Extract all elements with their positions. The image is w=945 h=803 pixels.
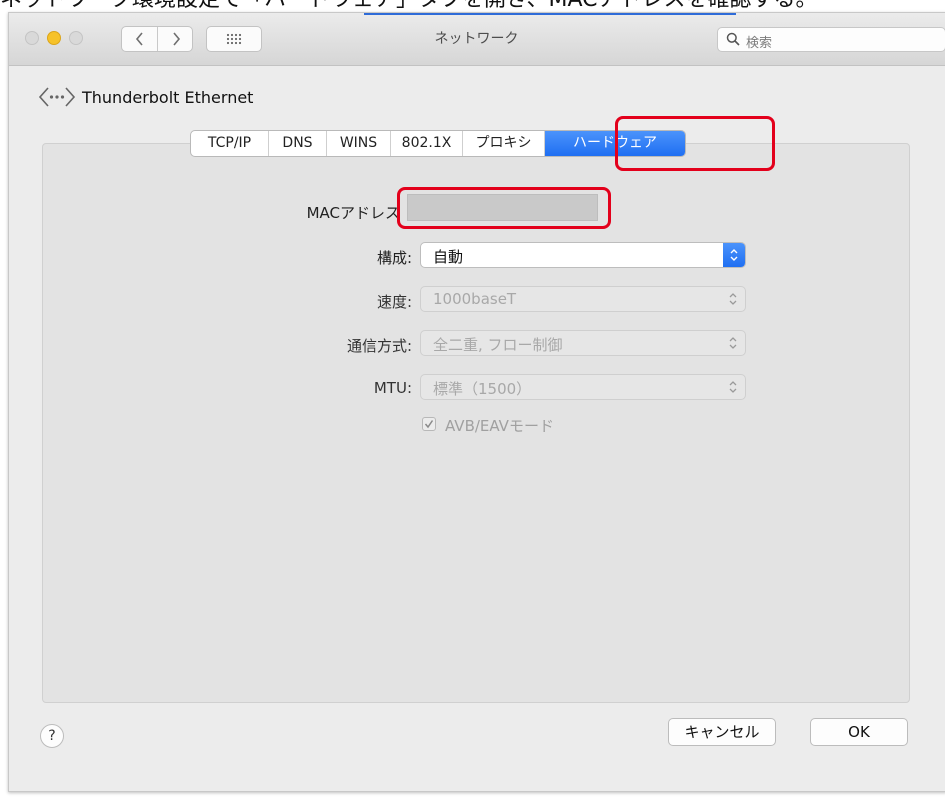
avb-eav-label: AVB/EAVモード [445, 417, 554, 435]
speed-popup[interactable]: 1000baseT [420, 286, 746, 312]
up-down-arrows-icon [729, 293, 737, 305]
speed-label: 速度: [376, 293, 412, 311]
chevron-right-icon [172, 32, 180, 46]
tab-dns[interactable]: DNS [269, 131, 327, 156]
grid-icon [226, 33, 242, 45]
mac-address-highlight [397, 187, 611, 229]
title-bar-accent-line [364, 13, 736, 15]
interface-name: Thunderbolt Ethernet [82, 88, 254, 107]
duplex-popup[interactable]: 全二重, フロー制御 [420, 330, 746, 356]
close-window-button[interactable] [25, 31, 39, 45]
ok-button[interactable]: OK [810, 718, 908, 746]
cancel-button[interactable]: キャンセル [668, 718, 776, 746]
mtu-stepper [723, 376, 743, 398]
chevron-left-icon [135, 32, 143, 46]
config-label: 構成: [376, 249, 412, 267]
avb-eav-checkbox[interactable] [422, 417, 436, 431]
tab-bar: TCP/IP DNS WINS 802.1X プロキシ ハードウェア [190, 130, 686, 157]
up-down-arrows-icon [730, 249, 738, 261]
mac-address-label: MACアドレス [306, 204, 400, 222]
speed-stepper [723, 288, 743, 310]
navigation-buttons [121, 26, 193, 52]
checkmark-icon [424, 420, 434, 429]
tab-proxy[interactable]: プロキシ [463, 131, 545, 156]
config-stepper [723, 243, 745, 267]
back-button[interactable] [122, 27, 158, 51]
tab-tcpip[interactable]: TCP/IP [191, 131, 269, 156]
zoom-window-button[interactable] [69, 31, 83, 45]
mtu-popup[interactable]: 標準（1500） [420, 374, 746, 400]
config-popup[interactable]: 自動 [420, 242, 746, 268]
search-placeholder: 検索 [746, 36, 773, 51]
duplex-stepper [723, 332, 743, 354]
window-title: ネットワーク [434, 31, 519, 47]
tab-wins[interactable]: WINS [327, 131, 391, 156]
config-value: 自動 [433, 248, 464, 266]
speed-value: 1000baseT [433, 290, 517, 308]
search-icon [726, 32, 740, 46]
up-down-arrows-icon [729, 381, 737, 393]
search-field[interactable]: 検索 [717, 27, 945, 52]
up-down-arrows-icon [729, 337, 737, 349]
tab-8021x[interactable]: 802.1X [391, 131, 463, 156]
caption-text: ネットワーク環境設定で「ハードウェア」タブを開き、MACアドレスを確認する。 [0, 0, 945, 11]
hardware-tab-highlight [615, 116, 775, 171]
help-button[interactable]: ? [40, 724, 64, 748]
forward-button[interactable] [158, 27, 193, 51]
ethernet-interface-icon [38, 87, 76, 107]
title-bar: ネットワーク 検索 [9, 13, 945, 66]
duplex-label: 通信方式: [346, 337, 412, 355]
mtu-value: 標準（1500） [433, 380, 532, 398]
mtu-label: MTU: [373, 379, 412, 397]
minimize-window-button[interactable] [47, 31, 61, 45]
show-all-button[interactable] [206, 26, 262, 52]
duplex-value: 全二重, フロー制御 [433, 336, 563, 354]
